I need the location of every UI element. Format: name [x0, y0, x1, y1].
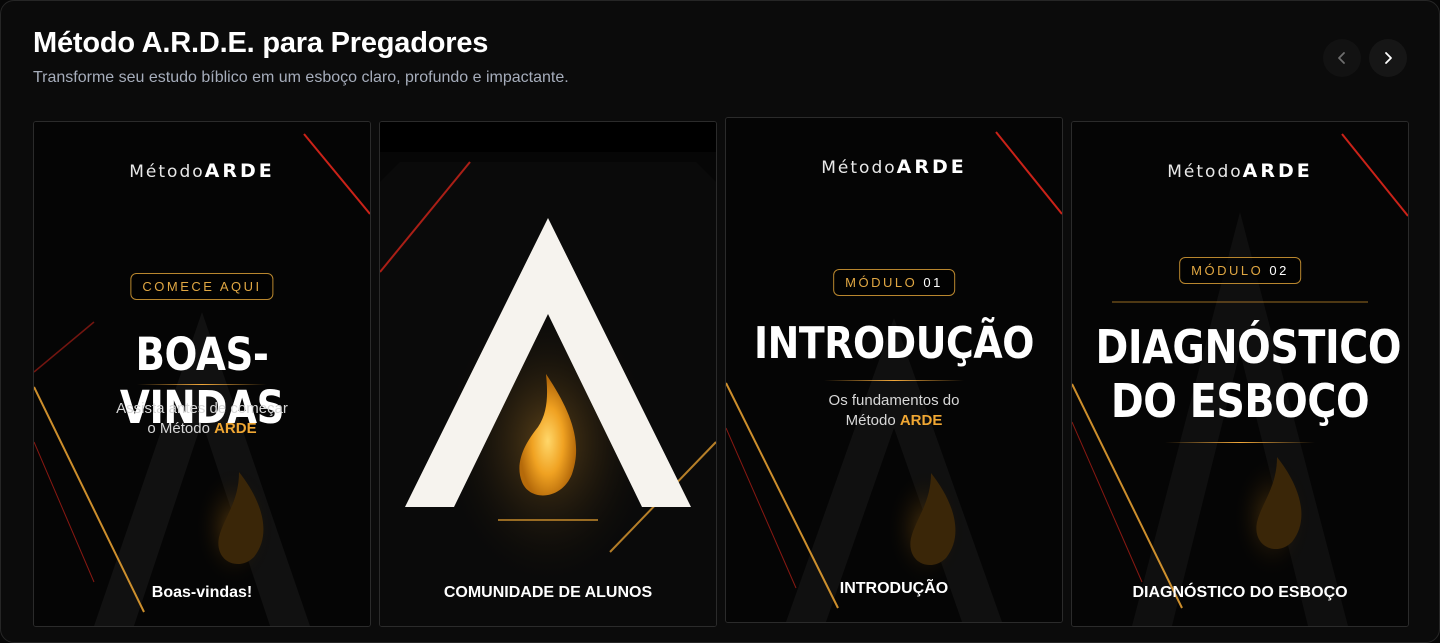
card-label: Boas-vindas! — [151, 584, 253, 601]
card-description: Assista antes de começar o Método ARDE — [116, 400, 288, 437]
section-subtitle: Transforme seu estudo bíblico em um esbo… — [33, 69, 569, 86]
course-card-comunidade[interactable]: COMUNIDADE DE ALUNOS — [379, 121, 717, 627]
card-title: INTRODUÇÃO — [754, 318, 1034, 369]
gold-divider — [1165, 442, 1315, 443]
course-card-introducao[interactable]: MétodoARDE MÓDULO 01 INTRODUÇÃO Os funda… — [725, 117, 1063, 623]
card-label: INTRODUÇÃO — [839, 580, 949, 597]
module-badge: MÓDULO 02 — [1179, 257, 1301, 284]
carousel-prev-button[interactable] — [1323, 39, 1361, 77]
brand-logo: MétodoARDE — [129, 160, 275, 182]
brand-logo: MétodoARDE — [821, 156, 967, 178]
module-badge: MÓDULO 01 — [833, 269, 955, 296]
card-background-art — [380, 122, 716, 626]
start-here-badge: COMECE AQUI — [130, 273, 274, 300]
section-title: Método A.R.D.E. para Pregadores — [33, 27, 489, 59]
course-carousel-section: Método A.R.D.E. para Pregadores Transfor… — [0, 0, 1440, 643]
chevron-right-icon — [1385, 52, 1392, 64]
brand-logo: MétodoARDE — [1167, 160, 1313, 182]
gold-divider — [137, 384, 267, 385]
card-title: DIAGNÓSTICO DO ESBOÇO — [1095, 320, 1402, 428]
card-label: COMUNIDADE DE ALUNOS — [443, 584, 653, 601]
gold-divider — [824, 380, 964, 381]
chevron-left-icon — [1338, 52, 1345, 64]
card-label: DIAGNÓSTICO DO ESBOÇO — [1132, 584, 1348, 601]
course-card-boas-vindas[interactable]: MétodoARDE COMECE AQUI BOAS-VINDAS Assis… — [33, 121, 371, 627]
carousel-next-button[interactable] — [1369, 39, 1407, 77]
course-card-diagnostico[interactable]: MétodoARDE MÓDULO 02 DIAGNÓSTICO DO ESBOÇ… — [1071, 121, 1409, 627]
card-background-art — [726, 118, 1062, 622]
card-description: Os fundamentos do Método ARDE — [828, 392, 960, 429]
